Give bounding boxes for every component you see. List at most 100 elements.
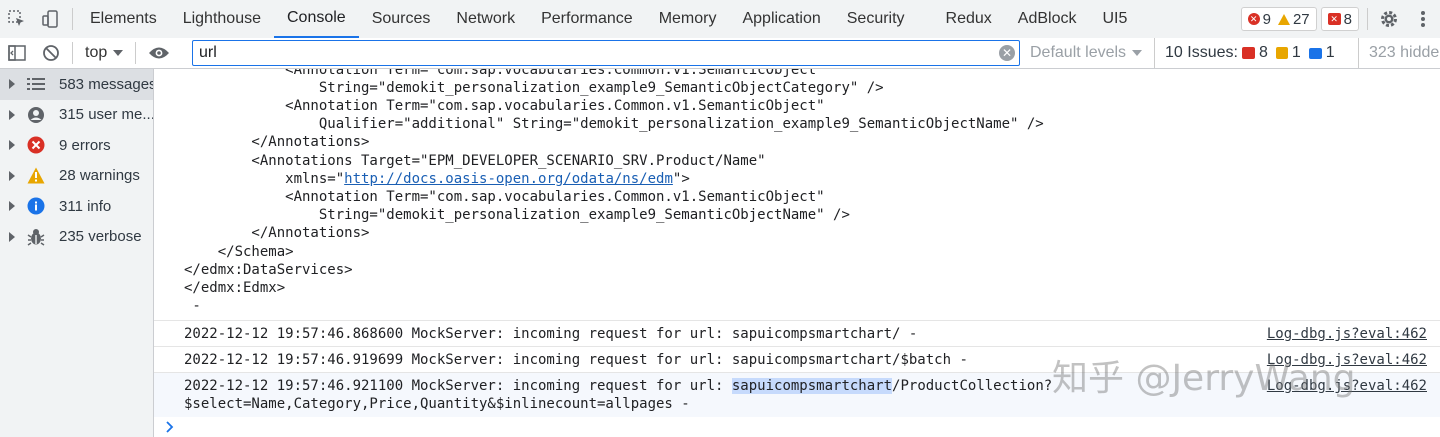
search-highlight: sapuicompsmartchart (731, 378, 893, 394)
issues-badge[interactable]: ✕ 8 (1320, 7, 1359, 31)
issue-warning-icon (1275, 47, 1288, 59)
sidebar-toggle-icon[interactable] (0, 38, 34, 68)
tab-elements[interactable]: Elements (77, 0, 170, 38)
error-icon: ✕ (1247, 13, 1260, 25)
eye-icon[interactable] (140, 38, 178, 68)
xml-line: <Annotation Term="com.sap.vocabularies.C… (184, 98, 825, 114)
tab-network[interactable]: Network (443, 0, 528, 38)
message-suffix: /ProductCollection? (892, 378, 1053, 394)
inspect-element-icon[interactable] (0, 0, 34, 38)
warning-icon (1277, 13, 1290, 25)
sidebar-item-label: 311 info (59, 197, 112, 215)
message-text: 2022-12-12 19:57:46.868600 MockServer: i… (184, 326, 918, 342)
xml-line: <Annotation Term="com.sap.vocabularies.C… (184, 69, 825, 78)
toolbar-separator (135, 42, 137, 64)
levels-label: Default levels (1030, 44, 1127, 61)
xml-line: <Annotation Term="com.sap.vocabularies.C… (184, 189, 825, 205)
user-icon (27, 106, 45, 124)
expand-caret-icon[interactable] (9, 231, 15, 242)
tab-adblock[interactable]: AdBlock (1005, 0, 1090, 38)
sidebar-item-warnings[interactable]: 28 warnings (0, 161, 153, 192)
hidden-count: 323 hidden (1358, 38, 1440, 68)
issues-count: 8 (1343, 10, 1352, 28)
issues-red-count: 8 (1258, 44, 1268, 61)
device-toolbar-icon[interactable] (34, 0, 68, 38)
expand-caret-icon[interactable] (9, 170, 15, 181)
source-link[interactable]: Log-dbg.js?eval:462 (1267, 326, 1427, 342)
xml-line: - (184, 298, 201, 314)
list-icon (27, 75, 45, 93)
bug-icon (27, 228, 45, 246)
xml-line: </Annotations> (184, 134, 370, 150)
sidebar-item-errors[interactable]: 9 errors (0, 130, 153, 161)
sidebar-item-messages[interactable]: 583 messages (0, 69, 153, 100)
info-icon (27, 197, 45, 215)
warning-count: 27 (1292, 10, 1310, 28)
tab-separator (1367, 8, 1368, 30)
log-levels-dropdown[interactable]: Default levels (1030, 38, 1143, 68)
issue-error-icon (1241, 47, 1255, 59)
console-prompt-chevron-icon[interactable] (166, 420, 174, 436)
devtools-tab-bar: Elements Lighthouse Console Sources Netw… (0, 0, 1440, 39)
issue-info-icon (1308, 47, 1322, 59)
tab-lighthouse[interactable]: Lighthouse (170, 0, 274, 38)
xml-line: String="demokit_personalization_example9… (184, 207, 850, 223)
expand-caret-icon[interactable] (9, 201, 15, 212)
watermark: 知乎 @JerryWang (1052, 358, 1356, 399)
tab-sources[interactable]: Sources (359, 0, 444, 38)
issues-blue-count: 1 (1325, 44, 1335, 61)
warning-icon (27, 167, 45, 185)
xml-line-with-link: xmlns="http://docs.oasis-open.org/odata/… (184, 171, 690, 187)
sidebar-item-verbose[interactable]: 235 verbose (0, 222, 153, 253)
sidebar-item-label: 235 verbose (59, 228, 142, 246)
console-error-warning-badge[interactable]: ✕ 9 27 (1240, 7, 1317, 31)
xml-line: Qualifier="additional" String="demokit_p… (184, 116, 1044, 132)
toolbar-separator (72, 42, 73, 64)
xml-line-tail: "> (672, 171, 690, 187)
filter-input[interactable] (193, 42, 999, 64)
namespace-link[interactable]: http://docs.oasis-open.org/odata/ns/edm (344, 171, 673, 187)
expand-caret-icon[interactable] (9, 109, 15, 120)
message-text: 2022-12-12 19:57:46.921100 MockServer: i… (184, 378, 1052, 394)
tab-console[interactable]: Console (274, 0, 359, 38)
sidebar-item-user-messages[interactable]: 315 user me... (0, 100, 153, 131)
issues-label: 10 Issues: (1165, 44, 1238, 61)
xml-line: </Schema> (184, 244, 294, 260)
message-text: 2022-12-12 19:57:46.919699 MockServer: i… (184, 352, 968, 368)
clear-filter-icon[interactable]: ✕ (999, 45, 1015, 61)
more-options-icon[interactable] (1406, 0, 1440, 38)
tab-ui5[interactable]: UI5 (1090, 0, 1141, 38)
context-selector[interactable]: top (77, 44, 131, 62)
expand-caret-icon[interactable] (9, 140, 15, 151)
caret-down-icon (113, 50, 124, 56)
console-toolbar: top ✕ Default levels 10 Issues: 8 1 1 32… (0, 38, 1440, 69)
sidebar-item-label: 315 user me... (59, 106, 153, 124)
error-count: 9 (1262, 10, 1271, 28)
xml-line: </edmx:Edmx> (184, 280, 286, 296)
console-message-row[interactable]: 2022-12-12 19:57:46.868600 MockServer: i… (154, 320, 1440, 347)
tab-memory[interactable]: Memory (646, 0, 730, 38)
tab-security[interactable]: Security (834, 0, 933, 38)
gear-icon[interactable] (1372, 0, 1406, 38)
xml-log-output: <Annotation Term="com.sap.vocabularies.C… (154, 69, 1440, 320)
issues-yellow-count: 1 (1291, 44, 1301, 61)
caret-down-icon (1132, 50, 1143, 56)
sidebar-item-info[interactable]: 311 info (0, 191, 153, 222)
filter-box[interactable]: ✕ (192, 40, 1020, 66)
console-sidebar: 583 messages 315 user me... 9 errors 28 … (0, 69, 154, 437)
tab-separator (72, 8, 73, 30)
xml-line: xmlns=" (184, 171, 345, 187)
tab-performance[interactable]: Performance (528, 0, 646, 38)
clear-console-icon[interactable] (34, 38, 68, 68)
expand-caret-icon[interactable] (9, 79, 15, 90)
xml-line: String="demokit_personalization_example9… (184, 80, 884, 96)
context-label: top (85, 44, 108, 61)
message-prefix: 2022-12-12 19:57:46.921100 MockServer: i… (184, 378, 732, 394)
xml-line: </Annotations> (184, 225, 370, 241)
issue-error-icon: ✕ (1327, 13, 1341, 25)
tab-redux[interactable]: Redux (933, 0, 1005, 38)
message-text-line2: $select=Name,Category,Price,Quantity&$in… (184, 396, 690, 412)
xml-line: <Annotations Target="EPM_DEVELOPER_SCENA… (184, 153, 766, 169)
tab-application[interactable]: Application (729, 0, 833, 38)
issues-summary-button[interactable]: 10 Issues: 8 1 1 (1154, 38, 1335, 68)
